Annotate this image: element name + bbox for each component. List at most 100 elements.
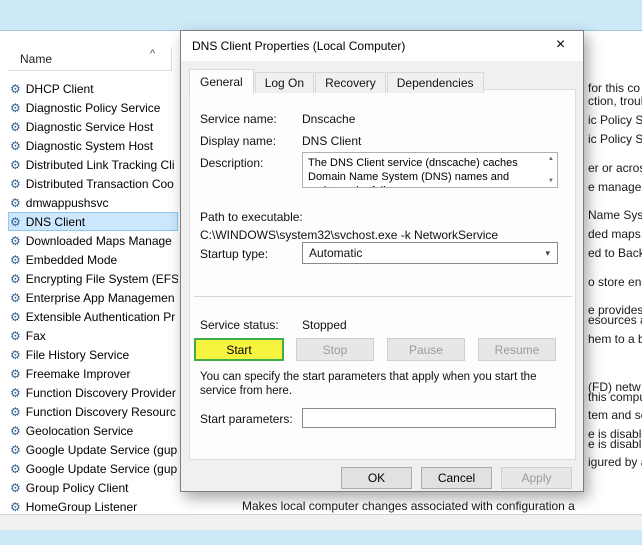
service-list-item[interactable]: ⚙ Diagnostic Service Host (8, 117, 178, 136)
dialog-titlebar: DNS Client Properties (Local Computer) × (181, 31, 583, 61)
start-parameters-hint: You can specify the start parameters tha… (200, 370, 566, 398)
description-fragment: er or across (588, 161, 642, 175)
service-name-field-label: Service name: (200, 112, 277, 126)
service-gear-icon: ⚙ (10, 216, 21, 228)
tab[interactable]: General (189, 69, 254, 94)
service-list-item[interactable]: ⚙ Function Discovery Resourc (8, 402, 178, 421)
startup-type-label: Startup type: (200, 247, 268, 261)
description-field-label: Description: (200, 156, 263, 170)
scroll-down-icon[interactable]: ▼ (548, 178, 554, 184)
resume-button[interactable]: Resume (478, 338, 556, 361)
description-fragment: ded maps. T (588, 227, 642, 241)
tab-label: Dependencies (397, 76, 474, 90)
path-to-executable-label: Path to executable: (200, 210, 303, 224)
description-fragment: for this co (588, 81, 640, 95)
pause-button[interactable]: Pause (387, 338, 465, 361)
close-button[interactable]: × (538, 31, 583, 61)
service-list-item[interactable]: ⚙ Google Update Service (gup (8, 440, 178, 459)
description-fragment: ic Policy Se (588, 113, 642, 127)
service-list-item[interactable]: ⚙ Diagnostic System Host (8, 136, 178, 155)
tab[interactable]: Log On (255, 72, 314, 93)
display-name-value: DNS Client (302, 134, 361, 148)
service-list-item[interactable]: ⚙ Distributed Link Tracking Cli (8, 155, 178, 174)
service-gear-icon: ⚙ (10, 387, 21, 399)
service-gear-icon: ⚙ (10, 83, 21, 95)
service-list-item[interactable]: ⚙ Google Update Service (gup (8, 459, 178, 478)
service-gear-icon: ⚙ (10, 273, 21, 285)
service-list-item[interactable]: ⚙ Geolocation Service (8, 421, 178, 440)
service-status-value: Stopped (302, 318, 347, 332)
service-name-label: Google Update Service (gup (26, 462, 177, 476)
service-list-item[interactable]: ⚙ Fax (8, 326, 178, 345)
service-gear-icon: ⚙ (10, 102, 21, 114)
service-list-item[interactable]: ⚙ Freemake Improver (8, 364, 178, 383)
service-list-item[interactable]: ⚙ Encrypting File System (EFS) (8, 269, 178, 288)
cancel-button[interactable]: Cancel (421, 467, 492, 489)
tab-label: Recovery (325, 76, 376, 90)
service-gear-icon: ⚙ (10, 463, 21, 475)
description-fragment: esources av (588, 313, 642, 327)
service-name-label: Function Discovery Provider (26, 386, 176, 400)
apply-button[interactable]: Apply (501, 467, 572, 489)
service-name-label: File History Service (26, 348, 129, 362)
service-name-label: Distributed Link Tracking Cli (26, 158, 175, 172)
description-text: The DNS Client service (dnscache) caches… (303, 153, 557, 188)
service-list-item[interactable]: ⚙ Function Discovery Provider (8, 383, 178, 402)
service-name-label: dmwappushsvc (26, 196, 109, 210)
service-name-label: Embedded Mode (26, 253, 117, 267)
description-fragment: hem to a ba (588, 332, 642, 346)
stop-button[interactable]: Stop (296, 338, 374, 361)
tab[interactable]: Recovery (315, 72, 386, 93)
service-name-label: Diagnostic System Host (26, 139, 153, 153)
tab[interactable]: Dependencies (387, 72, 484, 93)
service-gear-icon: ⚙ (10, 197, 21, 209)
horizontal-scrollbar[interactable] (0, 514, 642, 530)
service-name-label: Diagnostic Policy Service (26, 101, 161, 115)
description-fragment: e is disabl (588, 437, 641, 451)
ok-button[interactable]: OK (341, 467, 412, 489)
dialog-footer: OK Cancel Apply (341, 467, 572, 489)
service-list-item[interactable]: ⚙ Diagnostic Policy Service (8, 98, 178, 117)
service-list-item[interactable]: ⚙ DHCP Client (8, 79, 178, 98)
description-fragment: ction, troub (588, 94, 642, 108)
service-name-label: Geolocation Service (26, 424, 133, 438)
start-parameters-label: Start parameters: (200, 412, 293, 426)
service-list-item[interactable]: ⚙ File History Service (8, 345, 178, 364)
description-fragment: Name Syste (588, 208, 642, 222)
description-fragment: e managers (588, 180, 642, 194)
display-name-field-label: Display name: (200, 134, 276, 148)
description-fragment: o store encr (588, 275, 642, 289)
service-gear-icon: ⚙ (10, 330, 21, 342)
service-list-item[interactable]: ⚙ DNS Client (8, 212, 178, 231)
service-list-item[interactable]: ⚙ Downloaded Maps Manage (8, 231, 178, 250)
service-name-label: Downloaded Maps Manage (26, 234, 172, 248)
service-list-item[interactable]: ⚙ Extensible Authentication Pr (8, 307, 178, 326)
service-list-item[interactable]: ⚙ Enterprise App Managemen (8, 288, 178, 307)
chevron-down-icon: ▾ (545, 248, 550, 259)
service-list-item[interactable]: ⚙ dmwappushsvc (8, 193, 178, 212)
description-box[interactable]: The DNS Client service (dnscache) caches… (302, 152, 558, 188)
service-list-item[interactable]: ⚙ Distributed Transaction Coo (8, 174, 178, 193)
service-gear-icon: ⚙ (10, 254, 21, 266)
service-gear-icon: ⚙ (10, 349, 21, 361)
service-gear-icon: ⚙ (10, 482, 21, 494)
start-parameters-input[interactable] (302, 408, 556, 428)
description-fragment: Makes local computer changes associated … (242, 499, 575, 513)
service-name-label: Function Discovery Resourc (26, 405, 176, 419)
service-gear-icon: ⚙ (10, 292, 21, 304)
service-list-item[interactable]: ⚙ Embedded Mode (8, 250, 178, 269)
service-gear-icon: ⚙ (10, 501, 21, 513)
service-name-label: Distributed Transaction Coo (26, 177, 174, 191)
service-status-label: Service status: (200, 318, 279, 332)
service-name-label: Fax (26, 329, 46, 343)
start-button[interactable]: Start (194, 338, 284, 361)
name-column-header[interactable]: Name ^ (8, 47, 172, 71)
service-gear-icon: ⚙ (10, 406, 21, 418)
scroll-up-icon[interactable]: ▲ (548, 156, 554, 162)
close-icon: × (556, 36, 565, 53)
startup-type-dropdown[interactable]: Automatic ▾ (302, 242, 558, 264)
service-list-item[interactable]: ⚙ Group Policy Client (8, 478, 178, 497)
separator (194, 296, 572, 297)
service-name-value: Dnscache (302, 112, 355, 126)
service-gear-icon: ⚙ (10, 140, 21, 152)
